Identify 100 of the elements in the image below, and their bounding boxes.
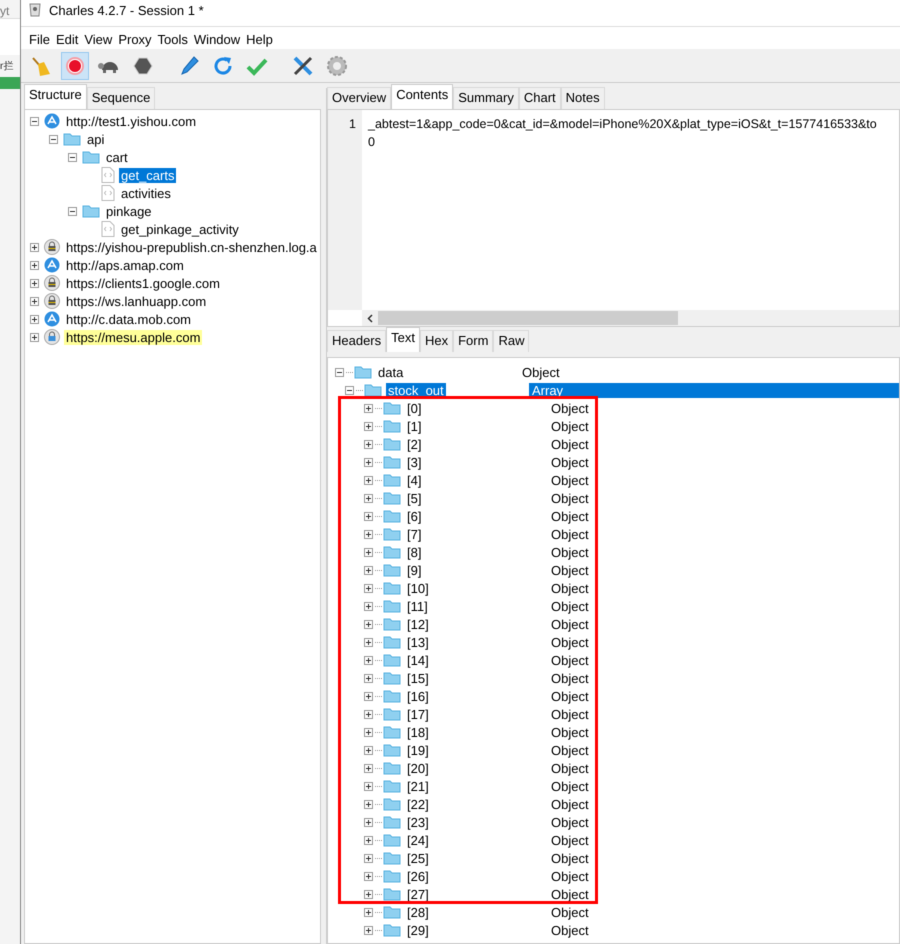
expand-toggle[interactable]	[363, 636, 374, 648]
tab[interactable]: Headers	[327, 330, 386, 352]
collapse-toggle[interactable]	[344, 384, 355, 396]
tree-node[interactable]: [12]	[405, 616, 431, 632]
tab[interactable]: Structure	[24, 84, 87, 109]
expand-toggle[interactable]	[363, 528, 374, 540]
tree-node[interactable]: [24]	[405, 832, 431, 848]
collapse-toggle[interactable]	[67, 152, 78, 162]
tree-item[interactable]: pinkage	[104, 204, 154, 218]
tree-node[interactable]: [8]	[405, 544, 424, 560]
tree-node[interactable]: stock_out	[386, 382, 446, 398]
tree-node[interactable]: [15]	[405, 670, 431, 686]
menu-item[interactable]: Edit	[52, 32, 82, 47]
tree-item[interactable]: get_pinkage_activity	[119, 222, 241, 236]
tab[interactable]: Contents	[391, 84, 454, 109]
tree-item[interactable]: activities	[119, 186, 173, 200]
tab[interactable]: Form	[453, 330, 494, 352]
tree-node[interactable]: [19]	[405, 742, 431, 758]
expand-toggle[interactable]	[363, 762, 374, 774]
expand-toggle[interactable]	[363, 420, 374, 432]
tree-node[interactable]: [3]	[405, 454, 424, 470]
tab[interactable]: Chart	[518, 87, 561, 109]
scroll-left-icon[interactable]	[367, 314, 373, 322]
expand-toggle[interactable]	[363, 906, 374, 918]
expand-toggle[interactable]	[363, 924, 374, 936]
toolbar-button[interactable]	[61, 52, 89, 80]
tab[interactable]: Summary	[453, 87, 519, 109]
collapse-toggle[interactable]	[48, 134, 59, 144]
expand-toggle[interactable]	[29, 314, 40, 324]
expand-toggle[interactable]	[363, 474, 374, 486]
tree-node[interactable]: [1]	[405, 418, 424, 434]
tab[interactable]: Raw	[493, 330, 530, 352]
expand-toggle[interactable]	[363, 726, 374, 738]
expand-toggle[interactable]	[363, 780, 374, 792]
expand-toggle[interactable]	[363, 672, 374, 684]
menu-item[interactable]: Help	[243, 32, 276, 47]
menu-item[interactable]: File	[26, 32, 53, 47]
tree-node[interactable]: [14]	[405, 652, 431, 668]
tree-node[interactable]: [23]	[405, 814, 431, 830]
expand-toggle[interactable]	[363, 852, 374, 864]
menu-item[interactable]: Tools	[154, 32, 191, 47]
tree-node[interactable]: data	[376, 364, 406, 380]
tab[interactable]: Hex	[420, 330, 454, 352]
tree-node[interactable]: [27]	[405, 886, 431, 902]
tree-item[interactable]: http://c.data.mob.com	[64, 312, 194, 326]
expand-toggle[interactable]	[363, 600, 374, 612]
collapse-toggle[interactable]	[67, 206, 78, 216]
expand-toggle[interactable]	[363, 888, 374, 900]
tree-node[interactable]: [5]	[405, 490, 424, 506]
expand-toggle[interactable]	[363, 654, 374, 666]
expand-toggle[interactable]	[363, 438, 374, 450]
expand-toggle[interactable]	[363, 708, 374, 720]
expand-toggle[interactable]	[29, 332, 40, 342]
tree-item[interactable]: https://ws.lanhuapp.com	[64, 294, 208, 308]
expand-toggle[interactable]	[363, 582, 374, 594]
tree-node[interactable]: [28]	[405, 904, 431, 920]
tree-node[interactable]: [4]	[405, 472, 424, 488]
expand-toggle[interactable]	[29, 242, 40, 252]
tree-item[interactable]: get_carts	[119, 168, 176, 182]
expand-toggle[interactable]	[363, 510, 374, 522]
tree-node[interactable]: [18]	[405, 724, 431, 740]
expand-toggle[interactable]	[363, 564, 374, 576]
tree-item[interactable]: http://aps.amap.com	[64, 258, 186, 272]
tree-item[interactable]: https://yishou-prepublish.cn-shenzhen.log.a	[64, 240, 319, 254]
menu-item[interactable]: Window	[190, 32, 244, 47]
tab[interactable]: Overview	[327, 87, 392, 109]
tree-item[interactable]: https://mesu.apple.com	[64, 330, 202, 344]
collapse-toggle[interactable]	[334, 366, 345, 378]
tree-node[interactable]: [11]	[405, 598, 430, 614]
scrollbar-thumb[interactable]	[378, 311, 678, 325]
expand-toggle[interactable]	[363, 546, 374, 558]
tree-node[interactable]: [29]	[405, 922, 431, 938]
expand-toggle[interactable]	[363, 798, 374, 810]
tab[interactable]: Notes	[560, 87, 605, 109]
tree-node[interactable]: [6]	[405, 508, 424, 524]
tree-node[interactable]: [25]	[405, 850, 431, 866]
expand-toggle[interactable]	[363, 834, 374, 846]
tree-node[interactable]: [16]	[405, 688, 431, 704]
expand-toggle[interactable]	[363, 870, 374, 882]
expand-toggle[interactable]	[363, 690, 374, 702]
tree-node[interactable]: [22]	[405, 796, 431, 812]
tree-item[interactable]: api	[85, 132, 106, 146]
tree-node[interactable]: [21]	[405, 778, 431, 794]
tree-node[interactable]: [9]	[405, 562, 424, 578]
expand-toggle[interactable]	[363, 744, 374, 756]
tab[interactable]: Sequence	[86, 87, 156, 109]
collapse-toggle[interactable]	[29, 116, 40, 126]
expand-toggle[interactable]	[363, 816, 374, 828]
expand-toggle[interactable]	[363, 456, 374, 468]
expand-toggle[interactable]	[29, 278, 40, 288]
menu-item[interactable]: View	[81, 32, 116, 47]
tree-node[interactable]: [0]	[405, 400, 424, 416]
expand-toggle[interactable]	[29, 296, 40, 306]
expand-toggle[interactable]	[29, 260, 40, 270]
tree-node[interactable]: [26]	[405, 868, 431, 884]
tree-node[interactable]: [17]	[405, 706, 431, 722]
tree-node[interactable]: [7]	[405, 526, 424, 542]
expand-toggle[interactable]	[363, 618, 374, 630]
tree-node[interactable]: [13]	[405, 634, 431, 650]
tree-item[interactable]: cart	[104, 150, 130, 164]
